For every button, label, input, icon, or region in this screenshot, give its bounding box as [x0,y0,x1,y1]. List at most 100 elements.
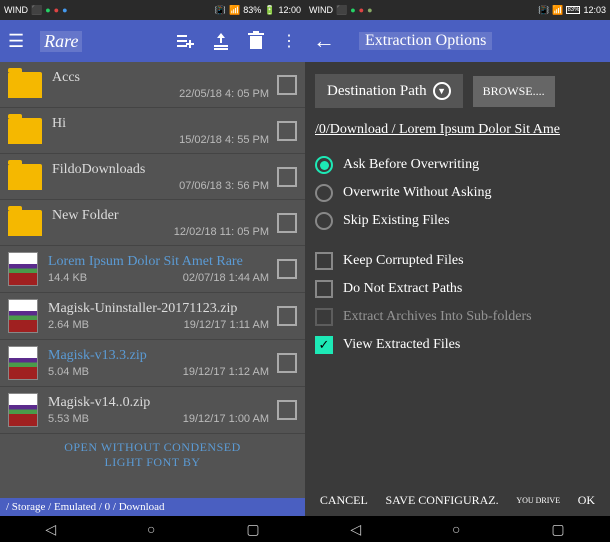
nav-recent[interactable]: ▢ [551,521,564,538]
bottom-actions: CANCEL SAVE CONFIGURAZ. YOU DRIVE OK [305,485,610,516]
folder-icon [8,72,42,98]
path-bar[interactable]: / Storage / Emulated / 0 / Download [0,498,305,516]
toolbar-left: ☰ Rare ⋮ [0,20,305,62]
file-name: Hi [52,116,269,132]
back-arrow-icon[interactable]: ← [313,28,335,54]
file-checkbox[interactable] [277,353,297,373]
file-checkbox[interactable] [277,400,297,420]
destination-path-text[interactable]: /0/Download / Lorem Ipsum Dolor Sit Ame [315,122,600,138]
browse-button[interactable]: BROWSE.... [473,76,555,107]
file-name: New Folder [52,208,269,224]
file-name: Magisk-Uninstaller-20171123.zip [48,301,269,317]
notif-icon-2: ● [367,5,372,15]
file-name: FildoDownloads [52,162,269,178]
file-date: 02/07/18 1:44 AM [183,272,269,284]
file-list[interactable]: Accs 22/05/18 4: 05 PM Hi 15/02/18 4: 55… [0,62,305,516]
file-checkbox[interactable] [277,259,297,279]
nav-back[interactable]: ◁ [350,521,361,538]
file-date: 12/02/18 11: 05 PM [174,226,269,238]
add-icon[interactable] [175,31,195,51]
file-checkbox[interactable] [277,167,297,187]
status-bar-right: WIND ⬛ ● ● ● 📳 📶 83% 12:03 [305,0,610,20]
file-row[interactable]: Lorem Ipsum Dolor Sit Amet Rare 14.4 KB 0… [0,246,305,293]
file-checkbox[interactable] [277,213,297,233]
file-date: 19/12/17 1:11 AM [184,319,269,331]
you-drive-button[interactable]: YOU DRIVE [516,496,560,505]
file-row[interactable]: Magisk-Uninstaller-20171123.zip 2.64 MB 1… [0,293,305,340]
nav-bar-right: ◁ ○ ▢ [305,516,610,542]
app-icon: ⬛ [31,5,42,16]
file-checkbox[interactable] [277,306,297,326]
extract-icon[interactable] [211,31,231,51]
file-date: 22/05/18 4: 05 PM [179,88,269,100]
app-icon: ⬛ [336,5,347,16]
file-checkbox[interactable] [277,75,297,95]
radio-icon [315,156,333,174]
file-row[interactable]: Hi 15/02/18 4: 55 PM [0,108,305,154]
clock: 12:00 [278,5,301,15]
file-name: Accs [52,70,269,86]
file-date: 19/12/17 1:12 AM [183,366,269,378]
nav-home[interactable]: ○ [452,521,460,537]
panel-title: Extraction Options [359,32,492,50]
checkbox-icon: ✓ [315,336,333,354]
radio-ask-before-overwriting[interactable]: Ask Before Overwriting [315,156,600,174]
signal-icon: 📶 [552,5,563,16]
file-row[interactable]: New Folder 12/02/18 11: 05 PM [0,200,305,246]
file-size: 14.4 KB [48,272,87,284]
file-name: Lorem Ipsum Dolor Sit Amet Rare [48,254,269,270]
folder-icon [8,164,42,190]
nav-home[interactable]: ○ [147,521,155,537]
rar-icon [8,252,38,286]
battery-pct: 83% [243,5,261,15]
file-row[interactable]: FildoDownloads 07/06/18 3: 56 PM [0,154,305,200]
nav-recent[interactable]: ▢ [246,521,259,538]
rar-icon [8,393,38,427]
check-no-extract-paths[interactable]: Do Not Extract Paths [315,280,600,298]
hamburger-icon[interactable]: ☰ [8,31,24,52]
carrier-label: WIND [4,5,28,15]
nav-bar-left: ◁ ○ ▢ [0,516,305,542]
signal-icon: 📶 [229,5,240,16]
check-view-extracted[interactable]: ✓ View Extracted Files [315,336,600,354]
ok-button[interactable]: OK [578,493,595,508]
destination-path-button[interactable]: Destination Path ▼ [315,74,463,108]
file-row[interactable]: Magisk-v14..0.zip 5.53 MB19/12/17 1:00 A… [0,387,305,434]
toolbar-right: ← Extraction Options [305,20,610,62]
folder-icon [8,118,42,144]
trash-icon[interactable] [247,31,265,51]
carrier-label: WIND [309,5,333,15]
rar-icon [8,299,38,333]
file-date: 15/02/18 4: 55 PM [179,134,269,146]
clock: 12:03 [583,5,606,15]
overflow-icon[interactable]: ⋮ [281,31,297,51]
file-size: 5.53 MB [48,413,89,425]
left-pane: WIND ⬛ ● ● ● 📳 📶 83% 🔋 12:00 ☰ Rare ⋮ [0,0,305,542]
notif-icon: ● [359,5,364,15]
checkbox-icon [315,280,333,298]
file-checkbox[interactable] [277,121,297,141]
cancel-button[interactable]: CANCEL [320,493,368,508]
file-row[interactable]: Magisk-v13.3.zip 5.04 MB19/12/17 1:12 AM [0,340,305,387]
vibrate-icon: 📳 [538,5,549,16]
radio-overwrite-without-asking[interactable]: Overwrite Without Asking [315,184,600,202]
right-pane: WIND ⬛ ● ● ● 📳 📶 83% 12:03 ← Extraction … [305,0,610,542]
file-name: Magisk-v14..0.zip [48,395,269,411]
check-keep-corrupted[interactable]: Keep Corrupted Files [315,252,600,270]
checkbox-icon [315,252,333,270]
chevron-down-icon: ▼ [433,82,451,100]
vibrate-icon: 📳 [215,5,226,16]
app-title: Rare [40,31,82,52]
file-name: Magisk-v13.3.zip [48,348,269,364]
file-date: 07/06/18 3: 56 PM [179,180,269,192]
battery-pct: 83% [566,6,580,14]
whatsapp-icon: ● [45,5,50,15]
file-size: 2.64 MB [48,319,89,331]
radio-skip-existing-files[interactable]: Skip Existing Files [315,212,600,230]
save-config-button[interactable]: SAVE CONFIGURAZ. [386,493,499,508]
battery-icon: 🔋 [264,5,275,16]
file-row[interactable]: Accs 22/05/18 4: 05 PM [0,62,305,108]
rar-icon [8,346,38,380]
nav-back[interactable]: ◁ [45,521,56,538]
open-without-row[interactable]: OPEN WITHOUT CONDENSED LIGHT FONT BY [0,434,305,476]
